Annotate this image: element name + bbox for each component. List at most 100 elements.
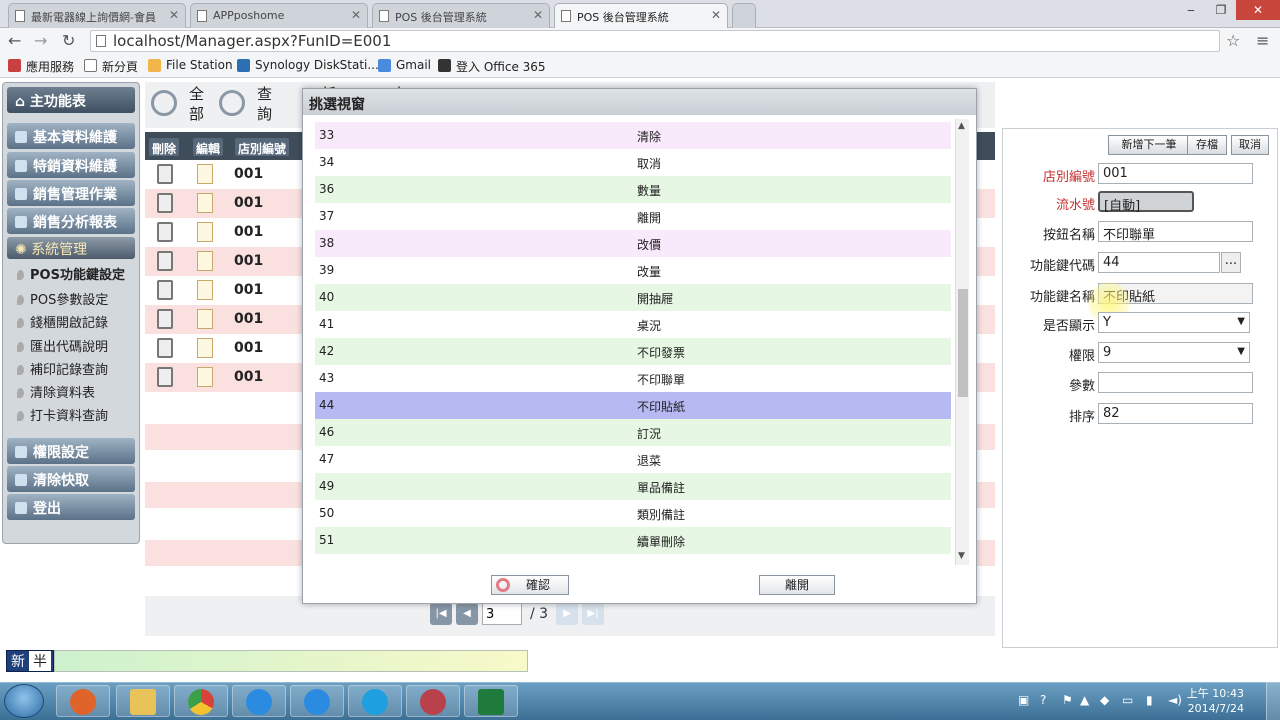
submenu-item[interactable]: 匯出代碼說明 — [17, 336, 108, 355]
tray-expand-icon[interactable]: ▲ — [1080, 693, 1089, 707]
list-item[interactable]: 50 類別備註 — [315, 500, 951, 527]
list-item[interactable]: 49 單品備註 — [315, 473, 951, 500]
list-item[interactable]: 43 不印聯單 — [315, 365, 951, 392]
edit-icon[interactable] — [197, 367, 213, 387]
show-desktop-button[interactable] — [1266, 682, 1280, 720]
start-button[interactable] — [4, 684, 44, 718]
taskbar-app[interactable] — [348, 685, 402, 717]
edit-icon[interactable] — [197, 164, 213, 184]
bookmark-synology[interactable]: Synology DiskStati... — [237, 58, 379, 72]
back-arrow-icon[interactable]: ← — [8, 31, 21, 50]
scrollbar-thumb[interactable] — [958, 289, 968, 397]
save-button[interactable]: 存檔 — [1187, 135, 1227, 155]
taskbar-app[interactable] — [56, 685, 110, 717]
dropbox-icon[interactable]: ◆ — [1100, 693, 1109, 707]
minimize-icon[interactable]: ‒ — [1176, 0, 1206, 20]
system-clock[interactable]: 上午 10:43 2014/7/24 — [1187, 686, 1244, 716]
button-name-field[interactable]: 不印聯單 — [1098, 221, 1253, 243]
list-item[interactable]: 51 續單刪除 — [315, 527, 951, 554]
menu-logout[interactable]: 登出 — [7, 494, 135, 520]
edit-icon[interactable] — [197, 251, 213, 271]
bookmark-file-station[interactable]: File Station — [148, 58, 233, 72]
menu-permissions[interactable]: 權限設定 — [7, 438, 135, 464]
menu-category[interactable]: 基本資料維護 — [7, 123, 135, 149]
list-item[interactable]: 40 開抽屜 — [315, 284, 951, 311]
notification-icon[interactable]: ⚑ — [1062, 693, 1073, 707]
trash-icon[interactable] — [157, 251, 173, 271]
menu-category[interactable]: 銷售管理作業 — [7, 180, 135, 206]
lookup-button[interactable]: ... — [1221, 252, 1241, 273]
list-item[interactable]: 42 不印發票 — [315, 338, 951, 365]
page-number-input[interactable] — [482, 603, 522, 625]
list-item[interactable]: 34 取消 — [315, 149, 951, 176]
url-input[interactable]: localhost/Manager.aspx?FunID=E001 — [90, 30, 1220, 52]
first-page-icon[interactable]: |◀ — [430, 603, 452, 625]
list-item[interactable]: 47 退菜 — [315, 446, 951, 473]
reload-icon[interactable]: ↻ — [62, 31, 75, 50]
edit-icon[interactable] — [197, 309, 213, 329]
last-page-icon[interactable]: ▶| — [582, 603, 605, 625]
cancel-button[interactable]: 取消 — [1231, 135, 1269, 155]
submenu-item[interactable]: 打卡資料查詢 — [17, 405, 108, 424]
menu-icon[interactable]: ≡ — [1256, 31, 1269, 50]
submenu-item[interactable]: 補印記錄查詢 — [17, 359, 108, 378]
trash-icon[interactable] — [157, 367, 173, 387]
close-icon[interactable]: ✕ — [351, 8, 361, 22]
is-visible-select[interactable]: Y ▼ — [1098, 312, 1250, 333]
list-item[interactable]: 41 桌況 — [315, 311, 951, 338]
leave-button[interactable]: 離開 — [759, 575, 835, 595]
function-key-code-field[interactable]: 44 — [1098, 252, 1220, 273]
scroll-up-icon[interactable]: ▲ — [958, 121, 965, 131]
taskbar-app[interactable] — [116, 685, 170, 717]
bookmark-new-tab[interactable]: 新分頁 — [84, 58, 138, 75]
new-tab-button[interactable] — [732, 3, 756, 28]
edit-icon[interactable] — [197, 193, 213, 213]
show-all-button[interactable]: 全部 — [151, 84, 209, 124]
menu-home[interactable]: ⌂ 主功能表 — [7, 87, 135, 113]
browser-tab[interactable]: 最新電器線上詢價網-會員 ✕ — [8, 3, 186, 28]
list-item-selected[interactable]: 44 不印貼紙 — [315, 392, 951, 419]
signal-icon[interactable]: ▮ — [1146, 693, 1153, 707]
trash-icon[interactable] — [157, 338, 173, 358]
list-item[interactable]: 38 改價 — [315, 230, 951, 257]
bookmark-apps[interactable]: 應用服務 — [8, 58, 74, 75]
close-icon[interactable]: ✕ — [533, 8, 543, 22]
list-item[interactable]: 46 訂況 — [315, 419, 951, 446]
permission-select[interactable]: 9 ▼ — [1098, 342, 1250, 363]
menu-system-management[interactable]: ✺ 系統管理 — [7, 237, 135, 259]
browser-tab[interactable]: APPposhome ✕ — [190, 3, 368, 28]
menu-clear-cache[interactable]: 清除快取 — [7, 466, 135, 492]
edit-icon[interactable] — [197, 338, 213, 358]
trash-icon[interactable] — [157, 193, 173, 213]
close-icon[interactable]: ✕ — [711, 8, 721, 22]
next-page-icon[interactable]: ▶ — [556, 603, 579, 625]
edit-icon[interactable] — [197, 222, 213, 242]
browser-tab[interactable]: POS 後台管理系統 ✕ — [372, 3, 550, 28]
bookmark-gmail[interactable]: Gmail — [378, 58, 431, 72]
display-icon[interactable]: ▭ — [1122, 693, 1133, 707]
submenu-item[interactable]: 清除資料表 — [17, 382, 95, 401]
query-button[interactable]: 查詢 — [219, 84, 277, 124]
help-icon[interactable]: ? — [1040, 693, 1046, 707]
list-item[interactable]: 33 清除 — [315, 122, 951, 149]
menu-category[interactable]: 銷售分析報表 — [7, 208, 135, 234]
list-item[interactable]: 39 改量 — [315, 257, 951, 284]
submenu-pos-function-key[interactable]: POS功能鍵設定 — [17, 264, 125, 283]
submenu-item[interactable]: 錢櫃開啟記錄 — [17, 312, 108, 331]
close-icon[interactable]: ✕ — [169, 8, 179, 22]
trash-icon[interactable] — [157, 164, 173, 184]
add-next-button[interactable]: 新增下一筆 — [1108, 135, 1190, 155]
forward-arrow-icon[interactable]: → — [34, 31, 47, 50]
submenu-item[interactable]: POS參數設定 — [17, 289, 108, 308]
restore-icon[interactable]: ❐ — [1206, 0, 1236, 20]
bookmark-office365[interactable]: 登入 Office 365 — [438, 58, 546, 75]
store-id-field[interactable]: 001 — [1098, 163, 1253, 184]
prev-page-icon[interactable]: ◀ — [456, 603, 478, 625]
list-item[interactable]: 36 數量 — [315, 176, 951, 203]
network-app-icon[interactable]: ▣ — [1018, 693, 1029, 707]
browser-tab-active[interactable]: POS 後台管理系統 ✕ — [554, 3, 728, 29]
close-window-icon[interactable]: ✕ — [1236, 0, 1280, 20]
taskbar-app[interactable] — [232, 685, 286, 717]
confirm-button[interactable]: 確認 — [491, 575, 569, 595]
trash-icon[interactable] — [157, 222, 173, 242]
